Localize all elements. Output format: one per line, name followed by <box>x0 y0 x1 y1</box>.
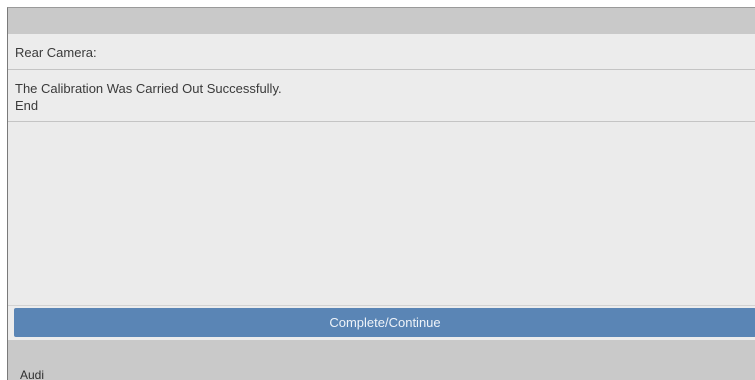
calibration-result-text: The Calibration Was Carried Out Successf… <box>15 81 282 96</box>
end-text: End <box>15 98 39 113</box>
action-strip: Complete/Continue <box>8 305 755 340</box>
diagnostic-screen: Rear Camera: The Calibration Was Carried… <box>7 7 755 380</box>
vehicle-brand-label: Audi <box>20 368 45 380</box>
complete-continue-button[interactable]: Complete/Continue <box>14 308 755 337</box>
title-row: Rear Camera: <box>8 34 755 70</box>
message-panel: The Calibration Was Carried Out Successf… <box>8 70 755 122</box>
top-status-bar <box>8 8 755 34</box>
page-title: Rear Camera: <box>15 45 97 60</box>
bottom-bar: Audi <box>8 340 755 380</box>
empty-content-area <box>8 122 755 305</box>
